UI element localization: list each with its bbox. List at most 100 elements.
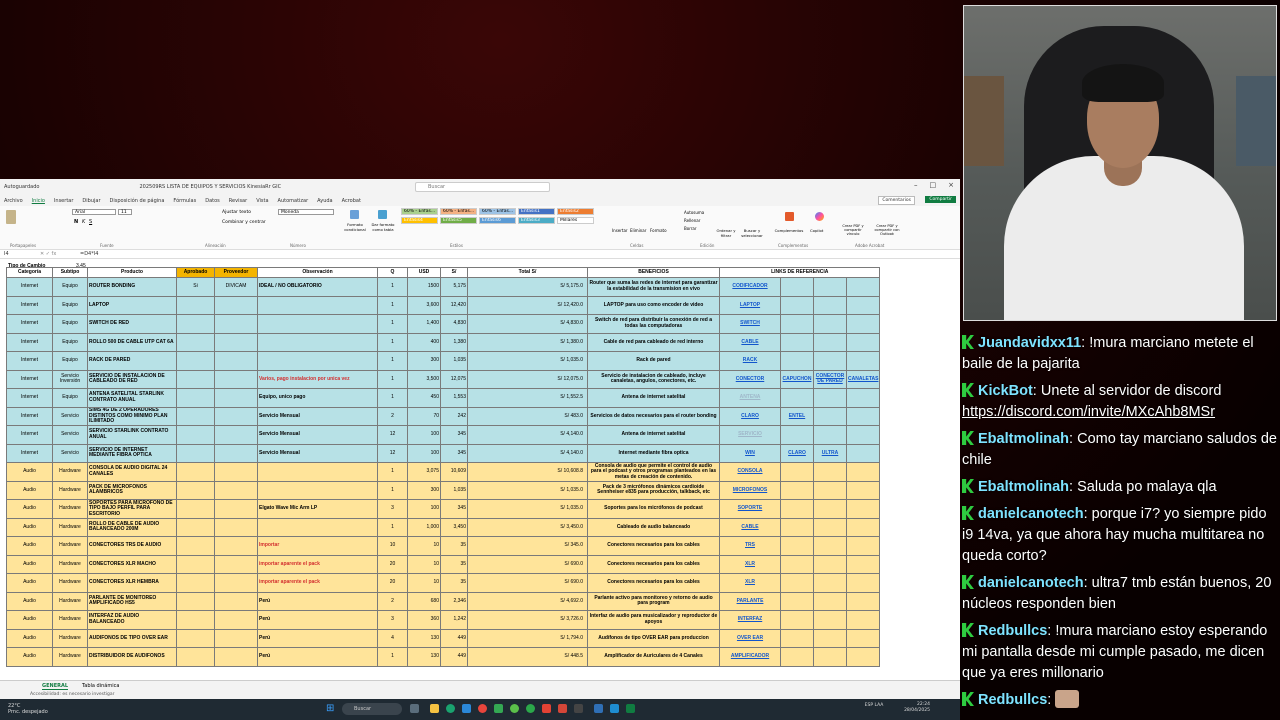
cell-style-2[interactable]: 60% - Énfas... bbox=[479, 208, 516, 215]
formula-bar[interactable]: I4 ✕ ✓ fx =D4*I4 bbox=[0, 250, 960, 259]
create-pdf-outlook-button[interactable]: Crear PDF y compartir con Outlook bbox=[870, 224, 904, 236]
usd-cell[interactable]: 100 bbox=[407, 425, 441, 445]
benefits-cell[interactable]: Servicios de datos necesarios para el ro… bbox=[587, 406, 720, 426]
soles-cell[interactable]: 35 bbox=[440, 536, 468, 556]
provider-cell[interactable] bbox=[214, 388, 258, 408]
reference-link-4[interactable] bbox=[845, 628, 881, 648]
quantity-cell[interactable]: 1 bbox=[377, 480, 408, 500]
reference-link-4[interactable] bbox=[845, 517, 881, 537]
usd-cell[interactable]: 1,000 bbox=[407, 517, 441, 537]
approved-cell[interactable] bbox=[176, 369, 215, 389]
table-format-icon[interactable] bbox=[378, 210, 387, 219]
approved-cell[interactable]: Si bbox=[176, 277, 215, 297]
cell-style-4[interactable]: Énfasis2 bbox=[557, 208, 594, 215]
subtype-cell[interactable]: Hardware bbox=[52, 573, 88, 593]
ribbon-tab-8[interactable]: Vista bbox=[256, 198, 268, 204]
usd-cell[interactable]: 3,075 bbox=[407, 462, 441, 482]
reference-link-3[interactable] bbox=[813, 536, 847, 556]
reference-link-4[interactable] bbox=[845, 351, 881, 371]
formula-value[interactable]: =D4*I4 bbox=[80, 251, 98, 257]
benefits-cell[interactable]: Consola de audio que permite el control … bbox=[587, 462, 720, 482]
reference-link-2[interactable]: CLARO bbox=[780, 443, 814, 463]
format-cells-label[interactable]: Formato bbox=[650, 228, 667, 233]
subtype-cell[interactable]: Hardware bbox=[52, 628, 88, 648]
category-cell[interactable]: Audio bbox=[6, 610, 53, 630]
product-cell[interactable]: SERVICIO DE INSTALACION DE CABLEADO DE R… bbox=[87, 369, 177, 389]
ribbon-tab-3[interactable]: Dibujar bbox=[82, 198, 100, 204]
quantity-cell[interactable]: 12 bbox=[377, 425, 408, 445]
reference-link-4[interactable] bbox=[845, 406, 881, 426]
provider-cell[interactable] bbox=[214, 628, 258, 648]
reference-link-3[interactable] bbox=[813, 554, 847, 574]
minimize-icon[interactable]: – bbox=[914, 181, 918, 189]
subtype-cell[interactable]: Equipo bbox=[52, 295, 88, 315]
reference-link-4[interactable] bbox=[845, 610, 881, 630]
benefits-cell[interactable]: Amplificador de Auriculares de 4 Canales bbox=[587, 647, 720, 667]
reference-link-3[interactable] bbox=[813, 351, 847, 371]
observation-cell[interactable] bbox=[257, 314, 378, 334]
soles-cell[interactable]: 35 bbox=[440, 554, 468, 574]
category-cell[interactable]: Internet bbox=[6, 388, 53, 408]
subtype-cell[interactable]: Servicio bbox=[52, 443, 88, 463]
usd-cell[interactable]: 3,600 bbox=[407, 295, 441, 315]
reference-link-2[interactable] bbox=[780, 610, 814, 630]
column-header[interactable]: Proveedor bbox=[214, 267, 258, 278]
benefits-cell[interactable]: LAPTOP para uso como encoder de video bbox=[587, 295, 720, 315]
cell-style-0[interactable]: 60% - Énfas... bbox=[401, 208, 438, 215]
column-header[interactable]: Total S/ bbox=[467, 267, 588, 278]
usd-cell[interactable]: 450 bbox=[407, 388, 441, 408]
approved-cell[interactable] bbox=[176, 573, 215, 593]
usd-cell[interactable]: 130 bbox=[407, 628, 441, 648]
app-icon-5[interactable] bbox=[558, 704, 567, 713]
observation-cell[interactable]: Perú bbox=[257, 647, 378, 667]
provider-cell[interactable] bbox=[214, 443, 258, 463]
provider-cell[interactable] bbox=[214, 314, 258, 334]
provider-cell[interactable] bbox=[214, 480, 258, 500]
approved-cell[interactable] bbox=[176, 554, 215, 574]
reference-link-3[interactable] bbox=[813, 406, 847, 426]
usd-cell[interactable]: 100 bbox=[407, 443, 441, 463]
quantity-cell[interactable]: 2 bbox=[377, 406, 408, 426]
subtype-cell[interactable]: Hardware bbox=[52, 610, 88, 630]
quantity-cell[interactable]: 12 bbox=[377, 443, 408, 463]
reference-link-3[interactable] bbox=[813, 480, 847, 500]
soles-cell[interactable]: 2,346 bbox=[440, 591, 468, 611]
clear-button[interactable]: Borrar bbox=[684, 226, 697, 231]
column-header[interactable]: BENEFICIOS bbox=[587, 267, 720, 278]
quantity-cell[interactable]: 1 bbox=[377, 351, 408, 371]
usd-cell[interactable]: 10 bbox=[407, 554, 441, 574]
reference-link-4[interactable] bbox=[845, 314, 881, 334]
observation-cell[interactable] bbox=[257, 351, 378, 371]
chat-username[interactable]: danielcanotech bbox=[978, 506, 1084, 522]
provider-cell[interactable] bbox=[214, 295, 258, 315]
weather-widget[interactable]: 22°C Prnc. despejado bbox=[8, 703, 48, 715]
create-pdf-link-button[interactable]: Crear PDF y compartir vínculo bbox=[838, 224, 868, 236]
approved-cell[interactable] bbox=[176, 332, 215, 352]
category-cell[interactable]: Internet bbox=[6, 314, 53, 334]
subtype-cell[interactable]: Servicio bbox=[52, 425, 88, 445]
chat-username[interactable]: Ebaltmolinah bbox=[978, 431, 1069, 447]
subtype-cell[interactable]: Hardware bbox=[52, 499, 88, 519]
chat-username[interactable]: Ebaltmolinah bbox=[978, 479, 1069, 495]
app-icon-2[interactable] bbox=[510, 704, 519, 713]
reference-link-4[interactable] bbox=[845, 425, 881, 445]
app-icon-3[interactable] bbox=[526, 704, 535, 713]
reference-link-1[interactable]: MICROFONOS bbox=[719, 480, 781, 500]
insert-cells-label[interactable]: Insertar bbox=[612, 228, 628, 233]
ribbon-tab-10[interactable]: Ayuda bbox=[317, 198, 332, 204]
observation-cell[interactable]: Servicio Mensual bbox=[257, 443, 378, 463]
approved-cell[interactable] bbox=[176, 628, 215, 648]
product-cell[interactable]: CONECTORES XLR MACHO bbox=[87, 554, 177, 574]
reference-link-2[interactable] bbox=[780, 425, 814, 445]
usd-cell[interactable]: 300 bbox=[407, 351, 441, 371]
observation-cell[interactable]: Equipo, unico pago bbox=[257, 388, 378, 408]
approved-cell[interactable] bbox=[176, 610, 215, 630]
category-cell[interactable]: Internet bbox=[6, 443, 53, 463]
approved-cell[interactable] bbox=[176, 406, 215, 426]
chrome-icon[interactable] bbox=[478, 704, 487, 713]
provider-cell[interactable] bbox=[214, 517, 258, 537]
chat-username[interactable]: Juandavidxx11 bbox=[978, 335, 1081, 351]
reference-link-2[interactable] bbox=[780, 295, 814, 315]
total-cell[interactable]: S/ 4,692.0 bbox=[467, 591, 588, 611]
usd-cell[interactable]: 1500 bbox=[407, 277, 441, 297]
